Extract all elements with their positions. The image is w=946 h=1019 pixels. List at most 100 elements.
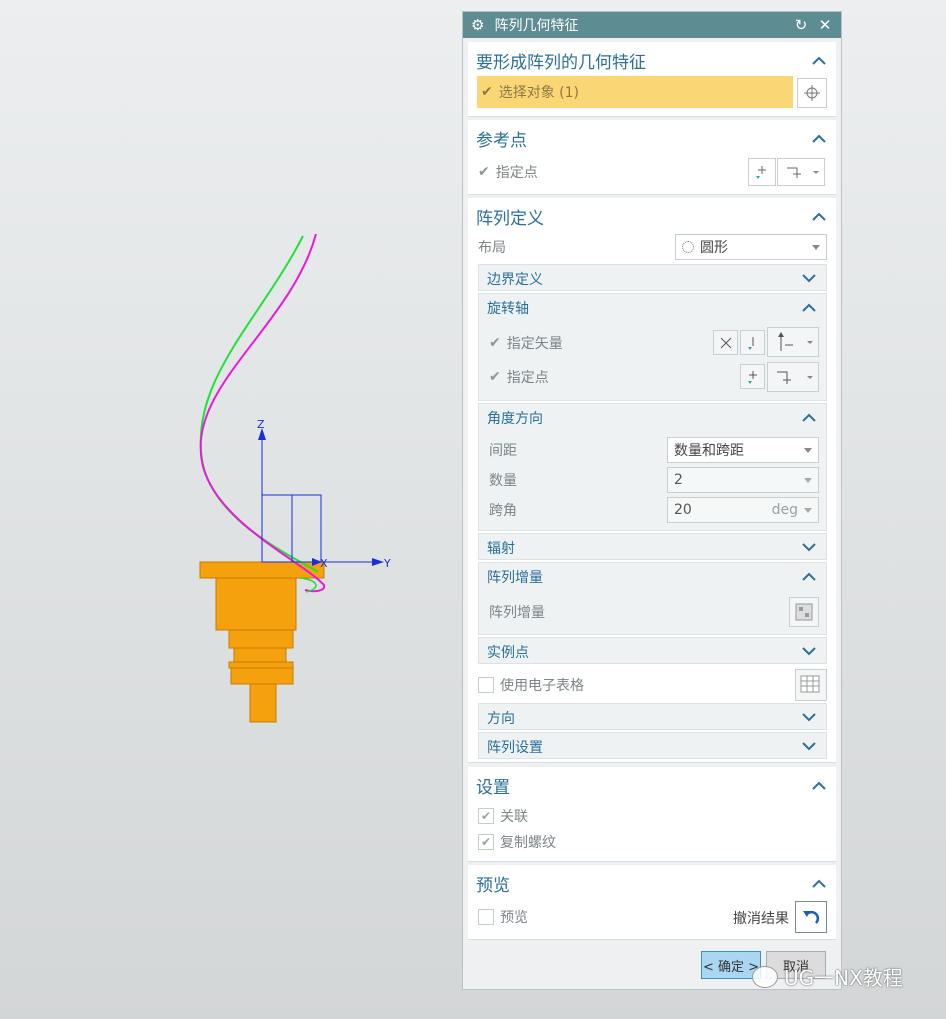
reset-icon[interactable]: ↻ — [793, 16, 809, 34]
chevron-up-icon[interactable] — [810, 209, 828, 223]
crosshair-select-button[interactable] — [797, 78, 827, 108]
checkmark-icon: ✔ — [478, 164, 490, 180]
close-icon[interactable]: ✕ — [817, 16, 833, 34]
increment-table-icon — [795, 603, 813, 621]
axis-point-dialog-button[interactable] — [740, 364, 765, 389]
spacing-value: 数量和跨距 — [674, 443, 744, 459]
associative-checkbox[interactable]: ✔ — [478, 808, 494, 824]
spreadsheet-checkbox[interactable] — [478, 677, 494, 693]
undo-icon — [803, 910, 820, 924]
inferred-point-icon — [777, 371, 813, 384]
boundary-subgroup[interactable]: 边界定义 — [478, 264, 827, 291]
chevron-up-icon[interactable] — [810, 876, 828, 890]
boundary-title: 边界定义 — [487, 271, 543, 288]
inferred-point-icon — [787, 167, 819, 178]
layout-select[interactable]: 圆形 — [675, 234, 827, 260]
undo-result-button[interactable] — [795, 901, 827, 933]
pattern-settings-subgroup[interactable]: 阵列设置 — [478, 732, 827, 759]
select-object-bar[interactable]: ✔ 选择对象 (1) — [477, 76, 793, 108]
watermark: UG一NX教程 — [752, 962, 903, 991]
circular-icon — [682, 241, 694, 253]
axis-title: 旋转轴 — [487, 300, 529, 317]
pattern-geometry-dialog: ⚙ 阵列几何特征 ↻ ✕ 要形成阵列的几何特征 ✔ 选择对象 (1) 参考点 ✔… — [462, 11, 842, 990]
orientation-subgroup[interactable]: 方向 — [478, 703, 827, 730]
chevron-up-icon[interactable] — [800, 411, 818, 425]
radiate-subgroup[interactable]: 辐射 — [478, 533, 827, 560]
axis-point-type-dropdown[interactable] — [767, 362, 819, 392]
spacing-select[interactable]: 数量和跨距 — [667, 437, 819, 463]
definition-title: 阵列定义 — [476, 208, 544, 229]
increment-label: 阵列增量 — [489, 605, 545, 621]
vector-label: 指定矢量 — [506, 336, 563, 352]
dropdown-arrow-icon[interactable] — [804, 507, 812, 513]
dialog-title: 阵列几何特征 — [494, 18, 579, 34]
vector-dialog-button[interactable] — [740, 330, 765, 355]
copy-threads-checkbox[interactable]: ✔ — [478, 834, 494, 850]
settings-title: 设置 — [476, 777, 510, 798]
graphics-viewport[interactable]: Z X Y — [0, 0, 455, 1019]
pattern-settings-title: 阵列设置 — [487, 739, 543, 756]
undo-result-label: 撤消结果 — [733, 911, 789, 927]
preview-checkbox[interactable] — [478, 909, 494, 925]
chevron-down-icon[interactable] — [800, 272, 818, 286]
reverse-direction-button[interactable] — [713, 330, 738, 355]
span-angle-unit: deg — [771, 502, 798, 518]
preview-group: 预览 预览 撤消结果 — [468, 865, 836, 940]
point-type-dropdown[interactable] — [777, 158, 825, 186]
span-angle-input[interactable]: 20 deg — [667, 497, 819, 523]
chevron-up-icon[interactable] — [800, 570, 818, 584]
axis-z-label: Z — [257, 418, 265, 431]
chevron-up-icon[interactable] — [800, 301, 818, 315]
chevron-down-icon[interactable] — [800, 645, 818, 659]
spreadsheet-button[interactable] — [795, 669, 827, 701]
chevron-down-icon[interactable] — [800, 711, 818, 725]
pattern-increment-subgroup: 阵列增量 阵列增量 — [478, 562, 827, 635]
preview-label: 预览 — [500, 910, 528, 926]
gear-icon[interactable]: ⚙ — [471, 16, 484, 34]
y-arrow-icon — [372, 558, 384, 566]
copy-threads-label: 复制螺纹 — [500, 835, 556, 851]
chevron-down-icon[interactable] — [800, 740, 818, 754]
checkmark-icon: ✔ — [481, 84, 493, 100]
dropdown-arrow-icon[interactable] — [804, 477, 812, 483]
checkmark-icon: ✔ — [489, 335, 501, 351]
z-axis-vector-icon — [778, 332, 813, 351]
count-label: 数量 — [489, 473, 517, 489]
features-group: 要形成阵列的几何特征 ✔ 选择对象 (1) — [468, 42, 836, 117]
green-helix-curve — [199, 235, 319, 573]
point-dialog-button[interactable] — [748, 158, 776, 186]
count-input[interactable]: 2 — [667, 467, 819, 493]
crosshair-icon — [804, 85, 820, 101]
axis-y-label: Y — [383, 557, 391, 570]
vector-dialog-icon — [747, 336, 753, 350]
radiate-title: 辐射 — [487, 540, 515, 557]
chevron-down-icon[interactable] — [800, 541, 818, 555]
instance-title: 实例点 — [487, 644, 529, 661]
layout-label: 布局 — [478, 240, 506, 256]
vector-type-dropdown[interactable] — [767, 327, 819, 357]
point-plus-icon — [747, 370, 757, 384]
increment-title: 阵列增量 — [487, 569, 543, 586]
spreadsheet-icon — [800, 675, 820, 693]
spreadsheet-label: 使用电子表格 — [500, 678, 584, 694]
count-value: 2 — [674, 472, 683, 488]
preview-title: 预览 — [476, 875, 510, 896]
settings-group: 设置 ✔ 关联 ✔ 复制螺纹 — [468, 767, 836, 862]
chevron-up-icon[interactable] — [810, 53, 828, 67]
associative-label: 关联 — [500, 809, 528, 825]
orientation-title: 方向 — [487, 710, 515, 727]
point-plus-icon — [756, 166, 766, 179]
chevron-up-icon[interactable] — [810, 131, 828, 145]
dropdown-arrow-icon — [804, 447, 812, 453]
dialog-titlebar[interactable]: ⚙ 阵列几何特征 ↻ ✕ — [463, 12, 841, 38]
datum-csys — [261, 434, 378, 563]
span-angle-value: 20 — [674, 502, 692, 518]
layout-value: 圆形 — [700, 240, 728, 256]
angle-title: 角度方向 — [487, 410, 543, 427]
features-title: 要形成阵列的几何特征 — [476, 52, 646, 73]
wechat-icon — [752, 965, 778, 988]
instance-points-subgroup[interactable]: 实例点 — [478, 637, 827, 664]
chevron-up-icon[interactable] — [810, 778, 828, 792]
pattern-increment-button[interactable] — [789, 597, 819, 627]
reference-point-group: 参考点 ✔ 指定点 — [468, 120, 836, 195]
